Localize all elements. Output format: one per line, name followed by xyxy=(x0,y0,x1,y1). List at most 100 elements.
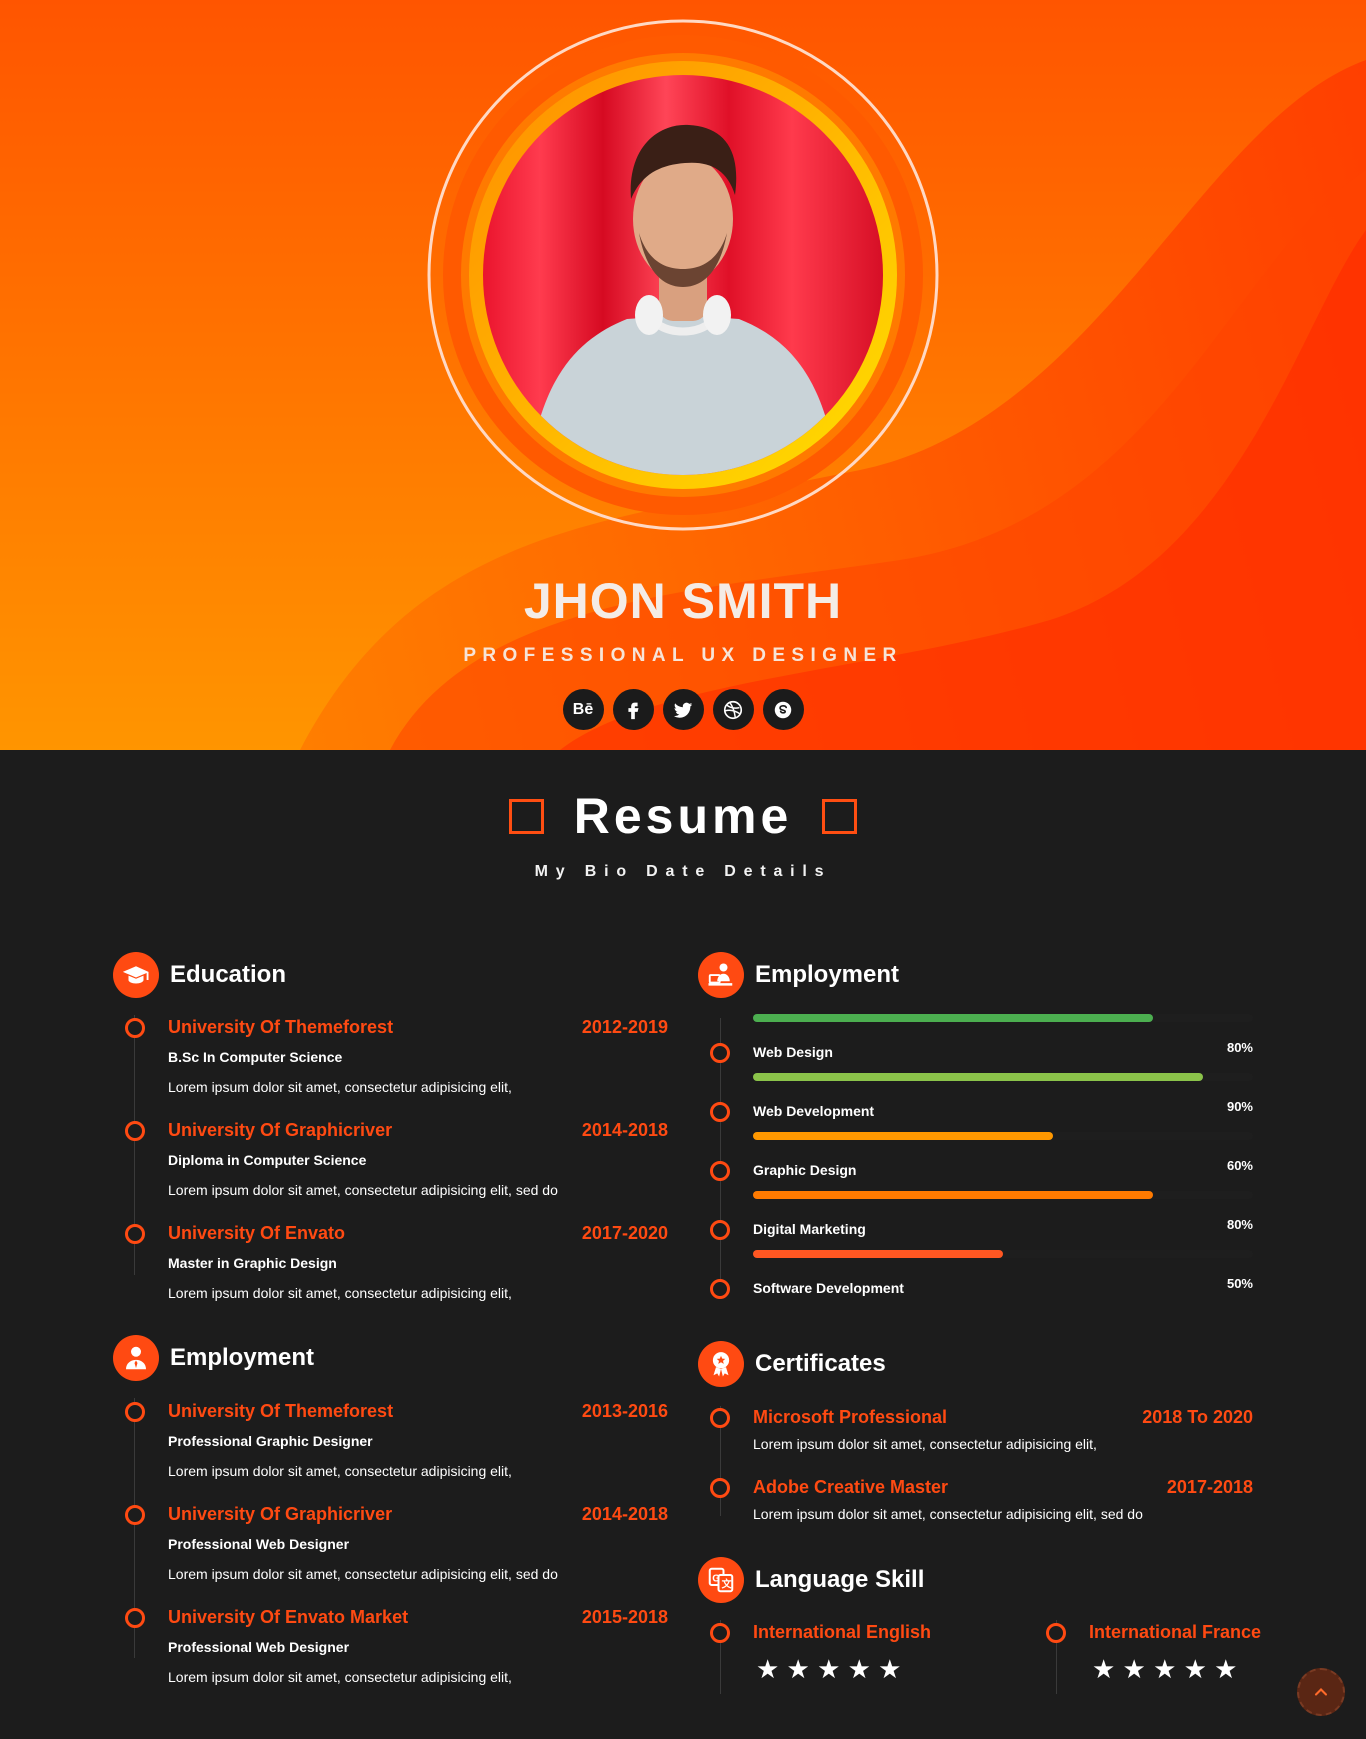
skill-percent: 80% xyxy=(1226,1040,1253,1055)
timeline-dot xyxy=(1046,1623,1066,1643)
skill-percent: 60% xyxy=(1226,1158,1253,1173)
skill-progress-fill xyxy=(753,1191,1153,1199)
timeline-dot xyxy=(125,1018,145,1038)
behance-label: Bē xyxy=(572,700,594,718)
award-badge-icon xyxy=(698,1341,744,1387)
timeline-dot xyxy=(710,1161,730,1181)
skype-icon[interactable] xyxy=(762,689,804,730)
resume-subtitle: My Bio Date Details xyxy=(534,863,832,880)
certificate-desc: Lorem ipsum dolor sit amet, consectetur … xyxy=(753,1436,1097,1452)
education-degree: Diploma in Computer Science xyxy=(168,1152,367,1168)
facebook-glyph xyxy=(628,702,639,719)
profile-avatar xyxy=(427,19,939,531)
employment-years: 2013-2016 xyxy=(581,1401,668,1421)
twitter-icon[interactable] xyxy=(662,689,704,730)
skill-label: Web Development xyxy=(753,1103,875,1119)
dribbble-glyph xyxy=(723,700,743,719)
facebook-icon[interactable] xyxy=(612,689,654,730)
skype-glyph xyxy=(774,701,792,718)
employment-desc: Lorem ipsum dolor sit amet, consectetur … xyxy=(168,1463,512,1479)
timeline-dot xyxy=(125,1121,145,1141)
timeline-dot xyxy=(125,1608,145,1628)
timeline-dot xyxy=(710,1043,730,1063)
graduation-cap-icon xyxy=(113,952,159,998)
education-heading: Education xyxy=(170,961,287,988)
timeline-dot xyxy=(710,1102,730,1122)
timeline-dot xyxy=(710,1408,730,1428)
certificate-title: Adobe Creative Master xyxy=(753,1477,949,1497)
language-heading: Language Skill xyxy=(755,1566,925,1593)
education-header: Education xyxy=(113,952,286,998)
timeline-dot xyxy=(125,1402,145,1422)
education-years: 2017-2020 xyxy=(581,1223,668,1243)
skill-progress-fill xyxy=(753,1250,1003,1258)
svg-text:文: 文 xyxy=(722,1578,733,1591)
certificates-heading: Certificates xyxy=(755,1350,886,1377)
skill-label: Web Design xyxy=(753,1044,833,1060)
certificate-title: Microsoft Professional xyxy=(753,1407,948,1427)
resume-heading: Resume xyxy=(573,788,793,844)
certificates-header: Certificates xyxy=(698,1341,886,1387)
language-title: International France xyxy=(1089,1622,1262,1642)
education-title: University Of Graphicriver xyxy=(168,1120,393,1140)
employment-history-header: Employment xyxy=(113,1335,314,1381)
timeline-dot xyxy=(710,1623,730,1643)
skill-progress-track xyxy=(753,1014,1253,1022)
timeline-dot xyxy=(710,1220,730,1240)
skill-label: Digital Marketing xyxy=(753,1221,866,1237)
education-desc: Lorem ipsum dolor sit amet, consectetur … xyxy=(168,1182,558,1198)
certificate-years: 2017-2018 xyxy=(1166,1477,1253,1497)
social-links: Bē xyxy=(0,689,1366,730)
skill-percent: 90% xyxy=(1226,1099,1253,1114)
skill-label: Graphic Design xyxy=(753,1162,857,1178)
skill-percent: 80% xyxy=(1226,1217,1253,1232)
title-square-left xyxy=(508,798,544,834)
employment-desc: Lorem ipsum dolor sit amet, consectetur … xyxy=(168,1669,512,1685)
certificate-desc: Lorem ipsum dolor sit amet, consectetur … xyxy=(753,1506,1143,1522)
star-rating: ★ ★ ★ ★ ★ xyxy=(756,1654,902,1684)
profile-role: PROFESSIONAL UX DESIGNER xyxy=(463,645,903,666)
skill-progress-track xyxy=(753,1132,1253,1140)
skill-progress-fill xyxy=(753,1132,1053,1140)
education-desc: Lorem ipsum dolor sit amet, consectetur … xyxy=(168,1079,512,1095)
employment-title: University Of Themeforest xyxy=(168,1401,394,1421)
certificate-years: 2018 To 2020 xyxy=(1142,1407,1253,1427)
employment-position: Professional Web Designer xyxy=(168,1639,350,1655)
dribbble-icon[interactable] xyxy=(712,689,754,730)
education-title: University Of Envato xyxy=(168,1223,346,1243)
hero-banner: JHON SMITH PROFESSIONAL UX DESIGNER Bē xyxy=(0,0,1366,750)
timeline-dot xyxy=(125,1224,145,1244)
skill-progress-fill xyxy=(753,1014,1153,1022)
skill-progress-track xyxy=(753,1191,1253,1199)
language-title: International English xyxy=(753,1622,932,1642)
skills-header: Employment xyxy=(698,952,899,998)
behance-icon[interactable]: Bē xyxy=(562,689,604,730)
skill-progress-track xyxy=(753,1073,1253,1081)
timeline-dot xyxy=(125,1505,145,1525)
education-degree: Master in Graphic Design xyxy=(168,1255,337,1271)
employment-title: University Of Graphicriver xyxy=(168,1504,393,1524)
language-header: G文 Language Skill xyxy=(698,1557,924,1603)
skill-progress-fill xyxy=(753,1073,1203,1081)
employee-icon xyxy=(113,1335,159,1381)
employment-years: 2014-2018 xyxy=(581,1504,668,1524)
education-years: 2012-2019 xyxy=(581,1017,668,1037)
skill-progress-track xyxy=(753,1250,1253,1258)
skills-heading: Employment xyxy=(755,961,900,988)
employee-desk-icon xyxy=(698,952,744,998)
translate-icon: G文 xyxy=(698,1557,744,1603)
education-desc: Lorem ipsum dolor sit amet, consectetur … xyxy=(168,1285,512,1301)
employment-title: University Of Envato Market xyxy=(168,1607,409,1627)
timeline-dot xyxy=(710,1279,730,1299)
education-years: 2014-2018 xyxy=(581,1120,668,1140)
employment-position: Professional Web Designer xyxy=(168,1536,350,1552)
title-square-right xyxy=(822,798,858,834)
skill-label: Software Development xyxy=(753,1280,904,1296)
employment-history-heading: Employment xyxy=(170,1344,315,1371)
profile-name: JHON SMITH xyxy=(523,573,843,629)
education-title: University Of Themeforest xyxy=(168,1017,394,1037)
resume-title: Resume xyxy=(0,787,1366,845)
scroll-to-top-button[interactable] xyxy=(1297,1668,1345,1716)
chevron-up-icon xyxy=(1314,1688,1328,1696)
employment-desc: Lorem ipsum dolor sit amet, consectetur … xyxy=(168,1566,558,1582)
